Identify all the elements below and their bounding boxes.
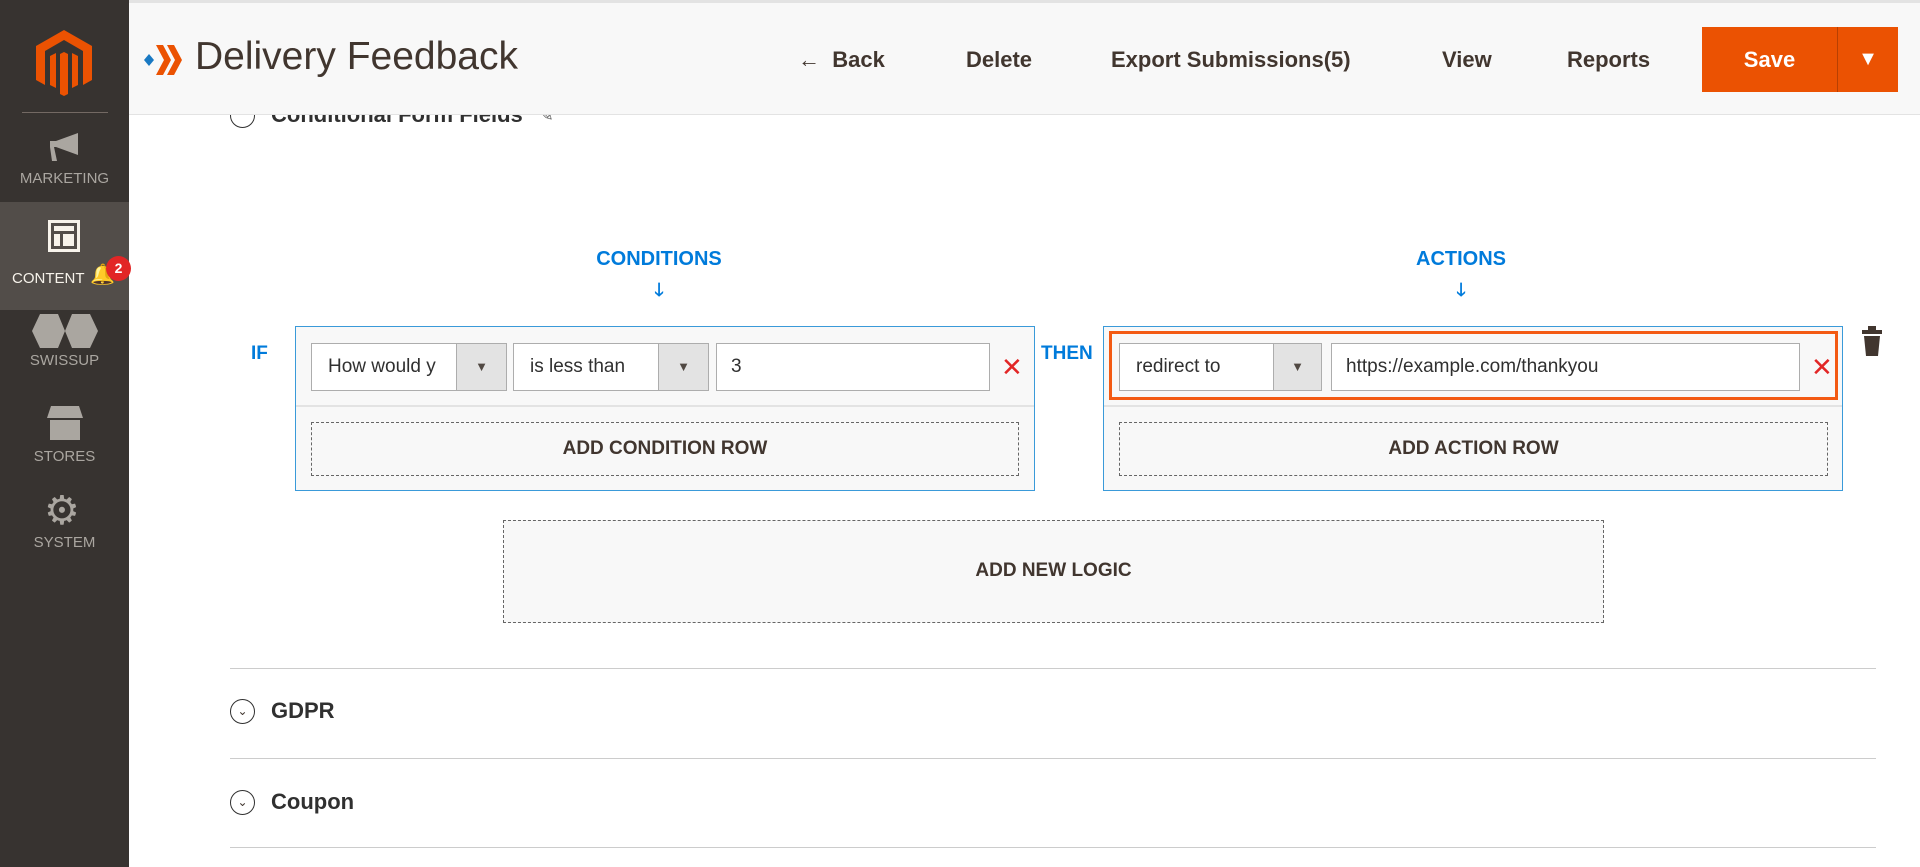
add-new-logic-button[interactable]: ADD NEW LOGIC	[503, 520, 1604, 623]
save-options-dropdown[interactable]: ▼	[1837, 27, 1898, 92]
condition-operator-select[interactable]: is less than ▼	[513, 343, 709, 391]
select-value: is less than	[530, 356, 626, 377]
reports-button[interactable]: Reports	[1567, 47, 1650, 73]
arrow-left-icon: ←	[798, 47, 820, 72]
divider	[230, 758, 1876, 759]
sidebar: MARKETING CONTENT 🔔 2 SWISSUP STORES ⚙ S…	[0, 0, 131, 867]
section-title: Coupon	[271, 789, 355, 814]
remove-action-icon[interactable]: ✕	[1811, 343, 1833, 391]
trash-icon[interactable]	[1862, 326, 1882, 356]
actions-box: redirect to ▼ https://example.com/thankyo…	[1103, 326, 1843, 491]
page-header: Delivery Feedback ← Back Delete Export S…	[129, 0, 1920, 115]
export-submissions-button[interactable]: Export Submissions(5)	[1111, 47, 1351, 73]
chevron-down-icon: ⌄	[230, 789, 255, 815]
divider	[296, 405, 1034, 407]
add-action-row-button[interactable]: ADD ACTION ROW	[1119, 422, 1828, 476]
sidebar-item-label: MARKETING	[19, 170, 110, 187]
gear-icon: ⚙	[44, 489, 80, 533]
section-coupon[interactable]: ⌄ Coupon	[230, 789, 354, 815]
condition-field-select[interactable]: How would y ▼	[311, 343, 507, 391]
condition-value-input[interactable]: 3	[716, 343, 990, 391]
sidebar-item-label: CONTENT	[12, 270, 85, 287]
layout-icon	[48, 220, 80, 252]
divider	[230, 847, 1876, 848]
sidebar-item-label: STORES	[33, 448, 96, 465]
sidebar-item-swissup[interactable]: SWISSUP	[0, 310, 129, 404]
back-button[interactable]: ← Back	[798, 47, 885, 73]
sidebar-item-marketing[interactable]: MARKETING	[0, 115, 129, 202]
sidebar-item-content[interactable]: CONTENT 🔔 2	[0, 202, 131, 310]
arrow-down-icon: 🡓	[1456, 280, 1466, 300]
arrow-down-icon: 🡓	[654, 280, 664, 300]
caret-down-icon: ▼	[456, 344, 506, 390]
notification-badge[interactable]: 2	[106, 256, 131, 281]
remove-condition-icon[interactable]: ✕	[1001, 343, 1023, 391]
magento-logo[interactable]	[36, 30, 92, 96]
chevron-down-icon: ⌄	[230, 698, 255, 724]
caret-down-icon: ▼	[658, 344, 708, 390]
back-label: Back	[832, 47, 885, 72]
then-label: THEN	[1041, 343, 1093, 364]
add-condition-row-button[interactable]: ADD CONDITION ROW	[311, 422, 1019, 476]
sidebar-item-label: SWISSUP	[29, 352, 100, 369]
sidebar-divider	[22, 112, 108, 113]
section-title: GDPR	[271, 698, 335, 723]
sidebar-item-stores[interactable]: STORES	[0, 404, 129, 494]
store-icon	[47, 406, 83, 440]
sidebar-item-label: SYSTEM	[33, 534, 96, 551]
conditions-label: CONDITIONS	[596, 248, 722, 270]
caret-down-icon: ▼	[1858, 48, 1878, 70]
megaphone-icon	[50, 133, 78, 161]
app-logo-icon	[144, 45, 182, 75]
divider	[1104, 405, 1842, 407]
view-button[interactable]: View	[1442, 47, 1492, 73]
action-value-input[interactable]: https://example.com/thankyou	[1331, 343, 1800, 391]
select-value: How would y	[328, 356, 436, 377]
select-value: redirect to	[1136, 356, 1221, 377]
delete-button[interactable]: Delete	[966, 47, 1032, 73]
actions-label: ACTIONS	[1416, 248, 1506, 270]
if-label: IF	[251, 343, 268, 364]
page-title: Delivery Feedback	[195, 35, 518, 78]
save-button[interactable]: Save	[1702, 27, 1837, 92]
action-type-select[interactable]: redirect to ▼	[1119, 343, 1322, 391]
sidebar-item-system[interactable]: ⚙ SYSTEM	[0, 489, 129, 584]
caret-down-icon: ▼	[1273, 344, 1321, 390]
section-gdpr[interactable]: ⌄ GDPR	[230, 698, 335, 724]
swissup-icon	[32, 314, 98, 348]
divider	[230, 668, 1876, 669]
conditions-box: How would y ▼ is less than ▼ 3 ✕ ADD CONDI…	[295, 326, 1035, 491]
